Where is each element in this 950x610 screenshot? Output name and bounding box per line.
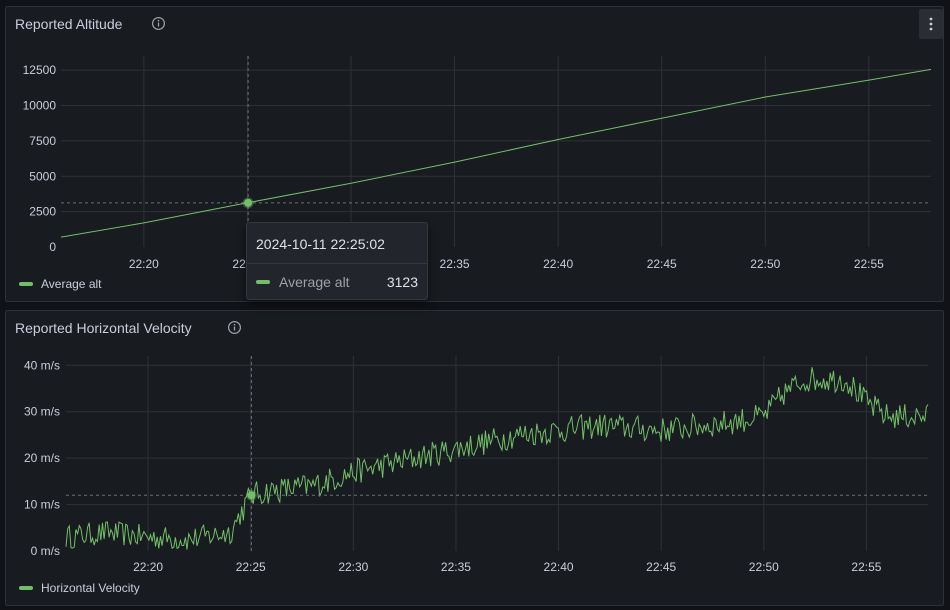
x-tick-label: 22:35 <box>441 560 471 574</box>
y-tick-label: 10 m/s <box>24 498 60 512</box>
legend-swatch <box>19 586 33 590</box>
x-tick-label: 22:30 <box>338 560 368 574</box>
y-tick-label: 7500 <box>29 134 56 148</box>
y-tick-label: 12500 <box>23 63 57 77</box>
y-tick-label: 40 m/s <box>24 358 60 372</box>
y-tick-label: 30 m/s <box>24 405 60 419</box>
tooltip-time: 2024-10-11 22:25:02 <box>256 236 385 252</box>
velocity-panel: Reported Horizontal Velocity 0 m/s 10 m/s… <box>5 310 944 606</box>
y-tick-label: 0 <box>49 240 56 254</box>
y-tick-label: 20 m/s <box>24 451 60 465</box>
hover-point <box>245 489 257 501</box>
y-tick-label: 10000 <box>23 99 57 113</box>
x-tick-label: 22:20 <box>129 257 159 271</box>
x-tick-label: 22:40 <box>544 560 574 574</box>
legend-label: Average alt <box>41 277 102 291</box>
altitude-panel: Reported Altitude 0 2500 5000 7500 10000 1250… <box>5 6 944 302</box>
x-tick-label: 22:45 <box>647 257 677 271</box>
y-tick-label: 0 m/s <box>31 544 60 558</box>
x-tick-label: 22:55 <box>851 560 881 574</box>
velocity-chart[interactable]: 0 m/s 10 m/s 20 m/s 30 m/s 40 m/s 22:20 22:25 2… <box>6 311 943 605</box>
y-tick-label: 2500 <box>29 205 56 219</box>
x-tick-label: 22:40 <box>543 257 573 271</box>
legend-item[interactable]: Average alt <box>19 277 102 291</box>
tooltip-divider <box>247 263 427 264</box>
x-tick-label: 22:45 <box>646 560 676 574</box>
hover-tooltip: 2024-10-11 22:25:02 Average alt 3123 <box>246 222 428 300</box>
legend-item[interactable]: Horizontal Velocity <box>19 581 140 595</box>
x-tick-label: 22:50 <box>750 257 780 271</box>
altitude-chart[interactable]: 0250050007500100001250022:2022:2522:3022… <box>6 7 943 301</box>
hover-point <box>242 197 254 209</box>
legend-swatch <box>256 280 270 284</box>
legend-label: Horizontal Velocity <box>41 581 140 595</box>
x-tick-label: 22:25 <box>236 560 266 574</box>
x-tick-label: 22:20 <box>133 560 163 574</box>
tooltip-series-label: Average alt <box>279 274 350 290</box>
x-tick-label: 22:50 <box>749 560 779 574</box>
tooltip-value: 3123 <box>386 274 418 290</box>
x-tick-label: 22:35 <box>440 257 470 271</box>
tooltip-row: Average alt 3123 <box>256 274 418 290</box>
legend-swatch <box>19 282 33 286</box>
x-tick-label: 22:55 <box>854 257 884 271</box>
y-tick-label: 5000 <box>29 169 56 183</box>
